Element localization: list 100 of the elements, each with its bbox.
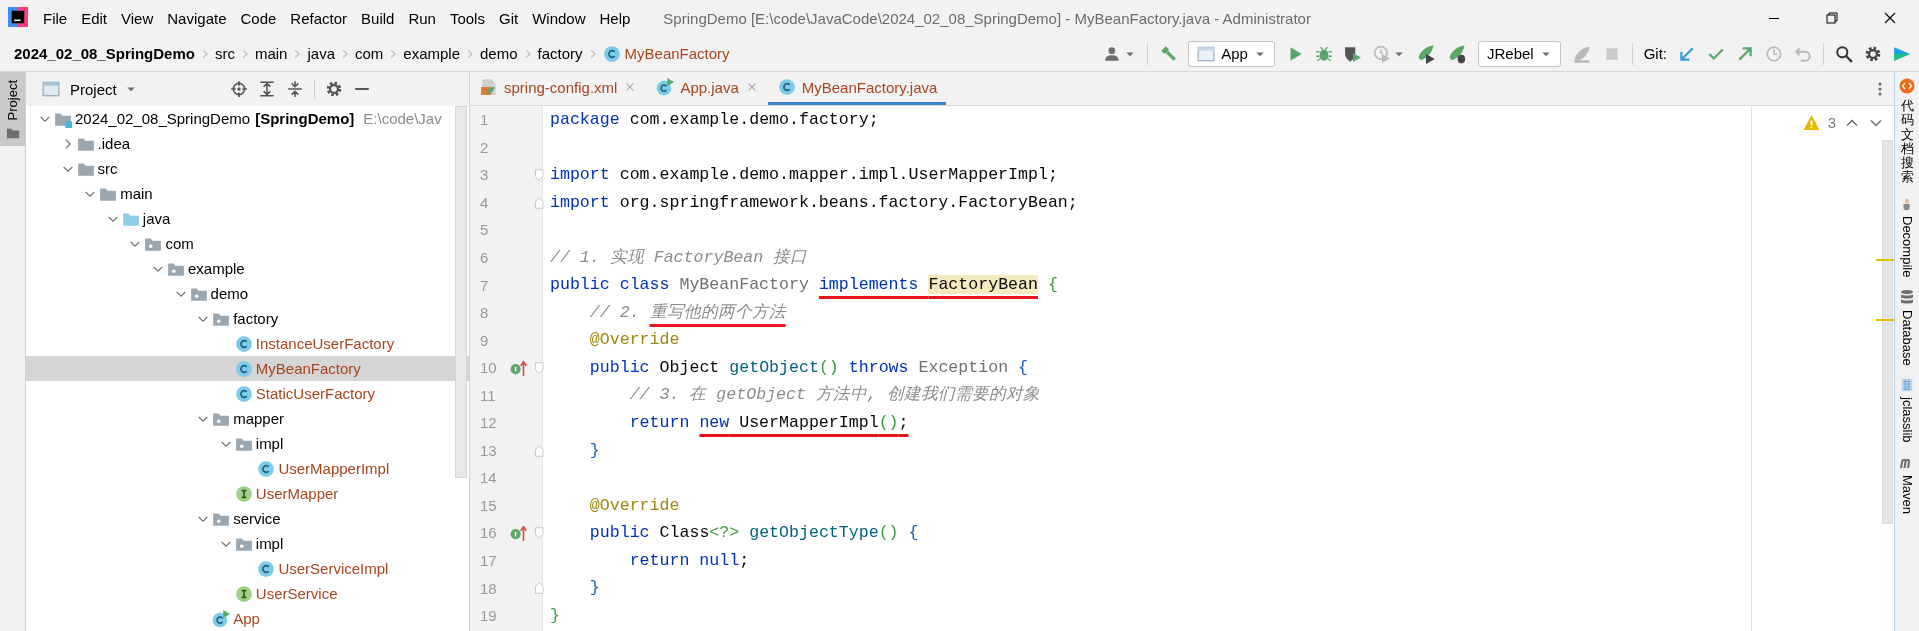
code-line: public class MyBeanFactory implements FactoryBean { xyxy=(550,275,1058,295)
tool-window-tab[interactable]: Decompile xyxy=(1899,196,1915,278)
tree-item[interactable]: com xyxy=(26,231,469,256)
plugin-logo-icon[interactable] xyxy=(1893,44,1911,63)
menu-item[interactable]: Help xyxy=(592,6,638,30)
crosshair-icon[interactable] xyxy=(230,80,248,98)
code-line: // 1. 实现 FactoryBean 接口 xyxy=(550,247,808,267)
search-icon[interactable] xyxy=(1835,44,1853,63)
scrollbar[interactable] xyxy=(455,106,467,478)
tree-item[interactable]: service xyxy=(26,506,469,531)
tree-item[interactable]: example xyxy=(26,256,469,281)
menu-item[interactable]: Build xyxy=(354,6,402,30)
breadcrumb-item[interactable]: factory xyxy=(537,45,583,62)
breadcrumb-item[interactable]: src xyxy=(214,45,235,62)
breadcrumb-item[interactable]: demo xyxy=(480,45,518,62)
line-number: 2 xyxy=(479,138,490,156)
code-line: import org.springframework.beans.factory.FactoryBean; xyxy=(550,192,1078,212)
class-icon xyxy=(234,384,253,403)
tool-window-tab[interactable]: Maven xyxy=(1899,454,1915,515)
tree-item[interactable]: UserMapperImpl xyxy=(26,456,469,481)
tree-item[interactable]: 2024_02_08_SpringDemo [SpringDemo] E:\code\Jav xyxy=(26,106,469,131)
tree-item[interactable]: App xyxy=(26,606,469,631)
app-logo-icon[interactable] xyxy=(8,6,28,27)
editor-tab[interactable]: spring-config.xml xyxy=(470,72,647,105)
line-number: 15 xyxy=(479,496,498,514)
breadcrumb-item[interactable]: main xyxy=(254,45,288,62)
code-line: @Override xyxy=(588,330,680,350)
warning-count[interactable]: 3 xyxy=(1827,114,1836,131)
restore-icon[interactable] xyxy=(1824,10,1840,26)
tree-item[interactable]: demo xyxy=(26,281,469,306)
tree-item[interactable]: StaticUserFactory xyxy=(26,381,469,406)
code-line: return null; xyxy=(628,550,750,570)
breadcrumb-item[interactable]: com xyxy=(355,45,384,62)
menu-item[interactable]: Run xyxy=(401,6,443,30)
collapse-all-icon[interactable] xyxy=(286,80,304,98)
git-label: Git: xyxy=(1643,45,1667,62)
run-config-dropdown[interactable]: App xyxy=(1188,40,1275,67)
menu-item[interactable]: Refactor xyxy=(283,6,355,30)
view-dropdown[interactable]: Project xyxy=(70,80,137,98)
line-number: 9 xyxy=(479,331,490,349)
class-icon xyxy=(234,334,253,353)
tree-item[interactable]: UserMapper xyxy=(26,481,469,506)
line-number: 16 xyxy=(479,524,498,542)
menu-item[interactable]: Tools xyxy=(442,6,492,30)
code-line: public Class<?> getObjectType() { xyxy=(588,523,919,543)
menu-item[interactable]: Code xyxy=(233,6,284,30)
jrebel-dropdown[interactable]: JRebel xyxy=(1477,40,1561,67)
tool-window-tab[interactable]: 代码文档搜索 xyxy=(1899,78,1915,185)
editor-tab[interactable]: App.java xyxy=(646,72,768,105)
close-icon[interactable] xyxy=(1882,10,1898,26)
breadcrumb-item[interactable]: 2024_02_08_SpringDemo xyxy=(14,45,195,62)
line-number: 8 xyxy=(479,304,490,322)
bug-icon[interactable] xyxy=(1314,44,1333,63)
menu-item[interactable]: Navigate xyxy=(160,6,234,30)
tree-item[interactable]: factory xyxy=(26,306,469,331)
tree-item[interactable]: main xyxy=(26,181,469,206)
tree-item[interactable]: src xyxy=(26,156,469,181)
scrollbar[interactable] xyxy=(1882,140,1893,524)
tool-window-tab[interactable]: Project xyxy=(0,72,25,147)
tree-item[interactable]: UserService xyxy=(26,581,469,606)
tree-item[interactable]: impl xyxy=(26,431,469,456)
shield-play-icon[interactable] xyxy=(1343,44,1362,63)
menu-item[interactable]: Git xyxy=(491,6,526,30)
code-line: } xyxy=(588,440,600,460)
tree-item[interactable]: impl xyxy=(26,531,469,556)
code-line: } xyxy=(550,605,560,625)
settings-icon[interactable] xyxy=(325,80,343,98)
database-icon xyxy=(1899,289,1915,306)
code-line: } xyxy=(588,578,600,598)
hammer-icon[interactable] xyxy=(1159,44,1178,63)
arrow-up-right-icon[interactable] xyxy=(1736,44,1754,63)
tree-item[interactable]: InstanceUserFactory xyxy=(26,331,469,356)
editor-tab[interactable]: MyBeanFactory.java xyxy=(767,72,947,105)
class-icon xyxy=(257,459,276,478)
settings-icon[interactable] xyxy=(1864,44,1882,63)
code-line: import com.example.demo.mapper.impl.UserMapperImpl; xyxy=(550,165,1058,185)
tool-window-tab[interactable]: jclasslib xyxy=(1899,377,1915,443)
line-number: 17 xyxy=(479,552,498,569)
tree-item[interactable]: MyBeanFactory xyxy=(26,356,469,381)
breadcrumb-item[interactable]: java xyxy=(307,45,335,62)
breadcrumb-item[interactable]: MyBeanFactory xyxy=(602,44,730,63)
implements-arrow-icon[interactable] xyxy=(510,358,528,377)
expand-all-icon[interactable] xyxy=(258,80,276,98)
menu-item[interactable]: View xyxy=(114,6,161,30)
interface-icon xyxy=(234,484,253,503)
implements-arrow-icon[interactable] xyxy=(510,523,528,542)
code-line: @Override xyxy=(588,495,680,515)
tool-window-tab[interactable]: Database xyxy=(1899,289,1915,366)
menu-item[interactable]: Edit xyxy=(74,6,115,30)
grid-icon xyxy=(1900,377,1914,392)
code-line: // 3. 在 getObject 方法中, 创建我们需要的对象 xyxy=(628,385,1040,405)
menu-item[interactable]: Window xyxy=(525,6,593,30)
breadcrumb-item[interactable]: example xyxy=(403,45,461,62)
tree-item[interactable]: java xyxy=(26,206,469,231)
tree-item[interactable]: mapper xyxy=(26,406,469,431)
tree-item[interactable]: UserServiceImpl xyxy=(26,556,469,581)
line-number: 18 xyxy=(479,579,498,597)
tree-item[interactable]: .idea xyxy=(26,131,469,156)
menu-item[interactable]: File xyxy=(36,6,75,30)
line-number: 7 xyxy=(479,276,490,294)
